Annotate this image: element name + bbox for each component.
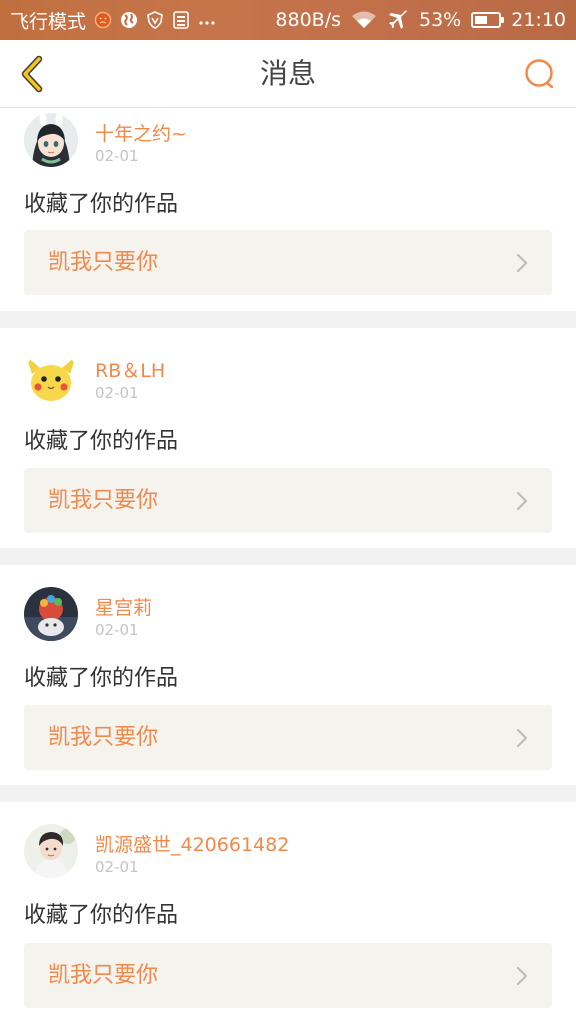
more-dots-icon [198,11,216,29]
username[interactable]: 十年之约~ [95,119,187,146]
message-date: 02-01 [95,858,139,876]
nav-bar: 消息 [0,40,576,108]
back-button[interactable] [12,52,52,96]
status-left: 飞行模式 [10,7,216,34]
battery-level [475,16,488,24]
message-card[interactable]: 十年之约~ 02-01 收藏了你的作品 凯我只要你 [0,108,576,311]
message-text: 收藏了你的作品 [24,192,179,217]
avatar[interactable] [24,587,78,641]
message-text: 收藏了你的作品 [24,666,179,691]
avatar[interactable] [24,350,78,404]
chevron-right-icon [516,491,528,511]
work-title: 凯我只要你 [48,963,159,988]
battery-percent: 53% [419,9,462,31]
clock: 21:10 [511,9,566,31]
message-date: 02-01 [95,621,139,639]
avatar[interactable] [24,113,78,167]
work-link[interactable]: 凯我只要你 [24,943,552,1008]
work-link[interactable]: 凯我只要你 [24,230,552,295]
wifi-icon [351,10,377,30]
username[interactable]: 星宫莉 [95,593,152,620]
face-icon [94,11,112,29]
username[interactable]: 凯源盛世_420661482 [95,830,289,857]
message-card[interactable]: RB＆LH 02-01 收藏了你的作品 凯我只要你 [0,328,576,548]
page-title: 消息 [259,57,316,90]
globe-icon [120,11,138,29]
avatar[interactable] [24,824,78,878]
status-bar: 飞行模式 880B/s 53% 21:10 [0,0,576,40]
figure-avatar-icon [24,587,78,641]
boy-avatar-icon [24,824,78,878]
battery-icon [471,12,505,28]
message-card[interactable]: 星宫莉 02-01 收藏了你的作品 凯我只要你 [0,565,576,785]
work-title: 凯我只要你 [48,488,159,513]
work-title: 凯我只要你 [48,725,159,750]
message-card[interactable]: 凯源盛世_420661482 02-01 收藏了你的作品 凯我只要你 [0,802,576,1024]
username[interactable]: RB＆LH [95,356,165,383]
message-date: 02-01 [95,384,139,402]
chevron-right-icon [516,253,528,273]
network-speed: 880B/s [275,9,341,31]
work-title: 凯我只要你 [48,250,159,275]
airplane-icon [387,9,409,31]
chevron-left-icon [21,55,43,93]
pikachu-avatar-icon [24,350,78,404]
search-button[interactable] [520,54,560,94]
search-icon [525,59,554,89]
sim-icon [172,11,190,29]
work-link[interactable]: 凯我只要你 [24,468,552,533]
shield-icon [146,11,164,29]
status-right: 880B/s 53% 21:10 [275,9,566,31]
chevron-right-icon [516,966,528,986]
message-text: 收藏了你的作品 [24,429,179,454]
message-text: 收藏了你的作品 [24,903,179,928]
chevron-right-icon [516,728,528,748]
anime-girl-avatar-icon [24,113,78,167]
airplane-mode-label: 飞行模式 [10,10,87,33]
work-link[interactable]: 凯我只要你 [24,705,552,770]
message-date: 02-01 [95,147,139,165]
